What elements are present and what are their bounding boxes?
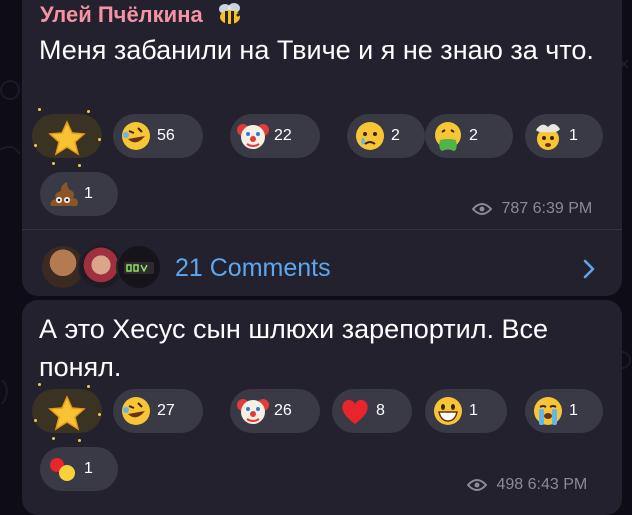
reaction-count: 22: [274, 127, 292, 144]
reaction-rofl[interactable]: 56: [113, 114, 203, 158]
reaction-crying[interactable]: 2: [347, 114, 425, 158]
comments-label: 21 Comments: [175, 254, 331, 282]
rofl-emoji-icon: [120, 120, 152, 152]
reaction-grinning[interactable]: 1: [425, 389, 507, 433]
reaction-rofl[interactable]: 27: [113, 389, 203, 433]
clown-emoji-icon: [237, 120, 269, 152]
view-count: 787: [501, 200, 529, 217]
reaction-clown[interactable]: 26: [230, 389, 320, 433]
chevron-right-icon: [583, 259, 595, 279]
eye-icon: [466, 479, 488, 491]
message-meta: 498 6:43 PM: [466, 476, 588, 494]
message-time: 6:39 PM: [532, 200, 593, 217]
clown-emoji-icon: [237, 395, 269, 427]
reaction-star[interactable]: [32, 108, 102, 167]
vomiting-face-icon: [432, 120, 464, 152]
message-bubble[interactable]: Улей Пчёлкина Меня забанили на Твиче и я…: [22, 0, 622, 296]
reaction-poop[interactable]: 1: [40, 172, 118, 216]
reaction-count: 2: [469, 127, 478, 144]
reaction-vomiting[interactable]: 2: [425, 114, 513, 158]
star-icon: [47, 120, 86, 156]
reaction-count: 1: [569, 402, 578, 419]
reaction-loudly-crying[interactable]: 1: [525, 389, 603, 433]
message-meta: 787 6:39 PM: [471, 200, 593, 218]
reaction-count: 2: [391, 127, 400, 144]
star-icon: [47, 395, 86, 431]
grinning-face-icon: [432, 395, 464, 427]
view-count: 498: [496, 476, 524, 493]
message-time: 6:43 PM: [527, 476, 588, 493]
message-bubble[interactable]: А это Хесус сын шлюхи зарепортил. Все по…: [22, 300, 622, 515]
reaction-clown[interactable]: 22: [230, 114, 320, 158]
crying-face-icon: [354, 120, 386, 152]
reaction-exploding-head[interactable]: 1: [525, 114, 603, 158]
red-heart-icon: [339, 395, 371, 427]
reaction-count: 1: [84, 460, 93, 477]
eye-icon: [471, 203, 493, 215]
reaction-count: 1: [469, 402, 478, 419]
comments-button[interactable]: 21 Comments: [22, 240, 622, 296]
poop-emoji-icon: [47, 178, 79, 210]
comments-divider: [22, 229, 622, 230]
loudly-crying-face-icon: [532, 395, 564, 427]
rofl-emoji-icon: [120, 395, 152, 427]
traffic-lights-icon: [47, 453, 79, 485]
reaction-count: 1: [569, 127, 578, 144]
reaction-count: 56: [157, 127, 175, 144]
message-text: А это Хесус сын шлюхи зарепортил. Все по…: [39, 314, 548, 382]
reaction-count: 8: [376, 402, 385, 419]
message-text: Меня забанили на Твиче и я не знаю за чт…: [39, 35, 594, 65]
exploding-head-icon: [532, 120, 564, 152]
avatar: [116, 244, 162, 290]
bee-icon: [217, 3, 243, 31]
sender-name[interactable]: Улей Пчёлкина: [40, 2, 243, 31]
reaction-count: 1: [84, 185, 93, 202]
reaction-star[interactable]: [32, 383, 102, 442]
reaction-count: 26: [274, 402, 292, 419]
reaction-count: 27: [157, 402, 175, 419]
reaction-traffic-lights[interactable]: 1: [40, 447, 118, 491]
reaction-heart[interactable]: 8: [332, 389, 412, 433]
